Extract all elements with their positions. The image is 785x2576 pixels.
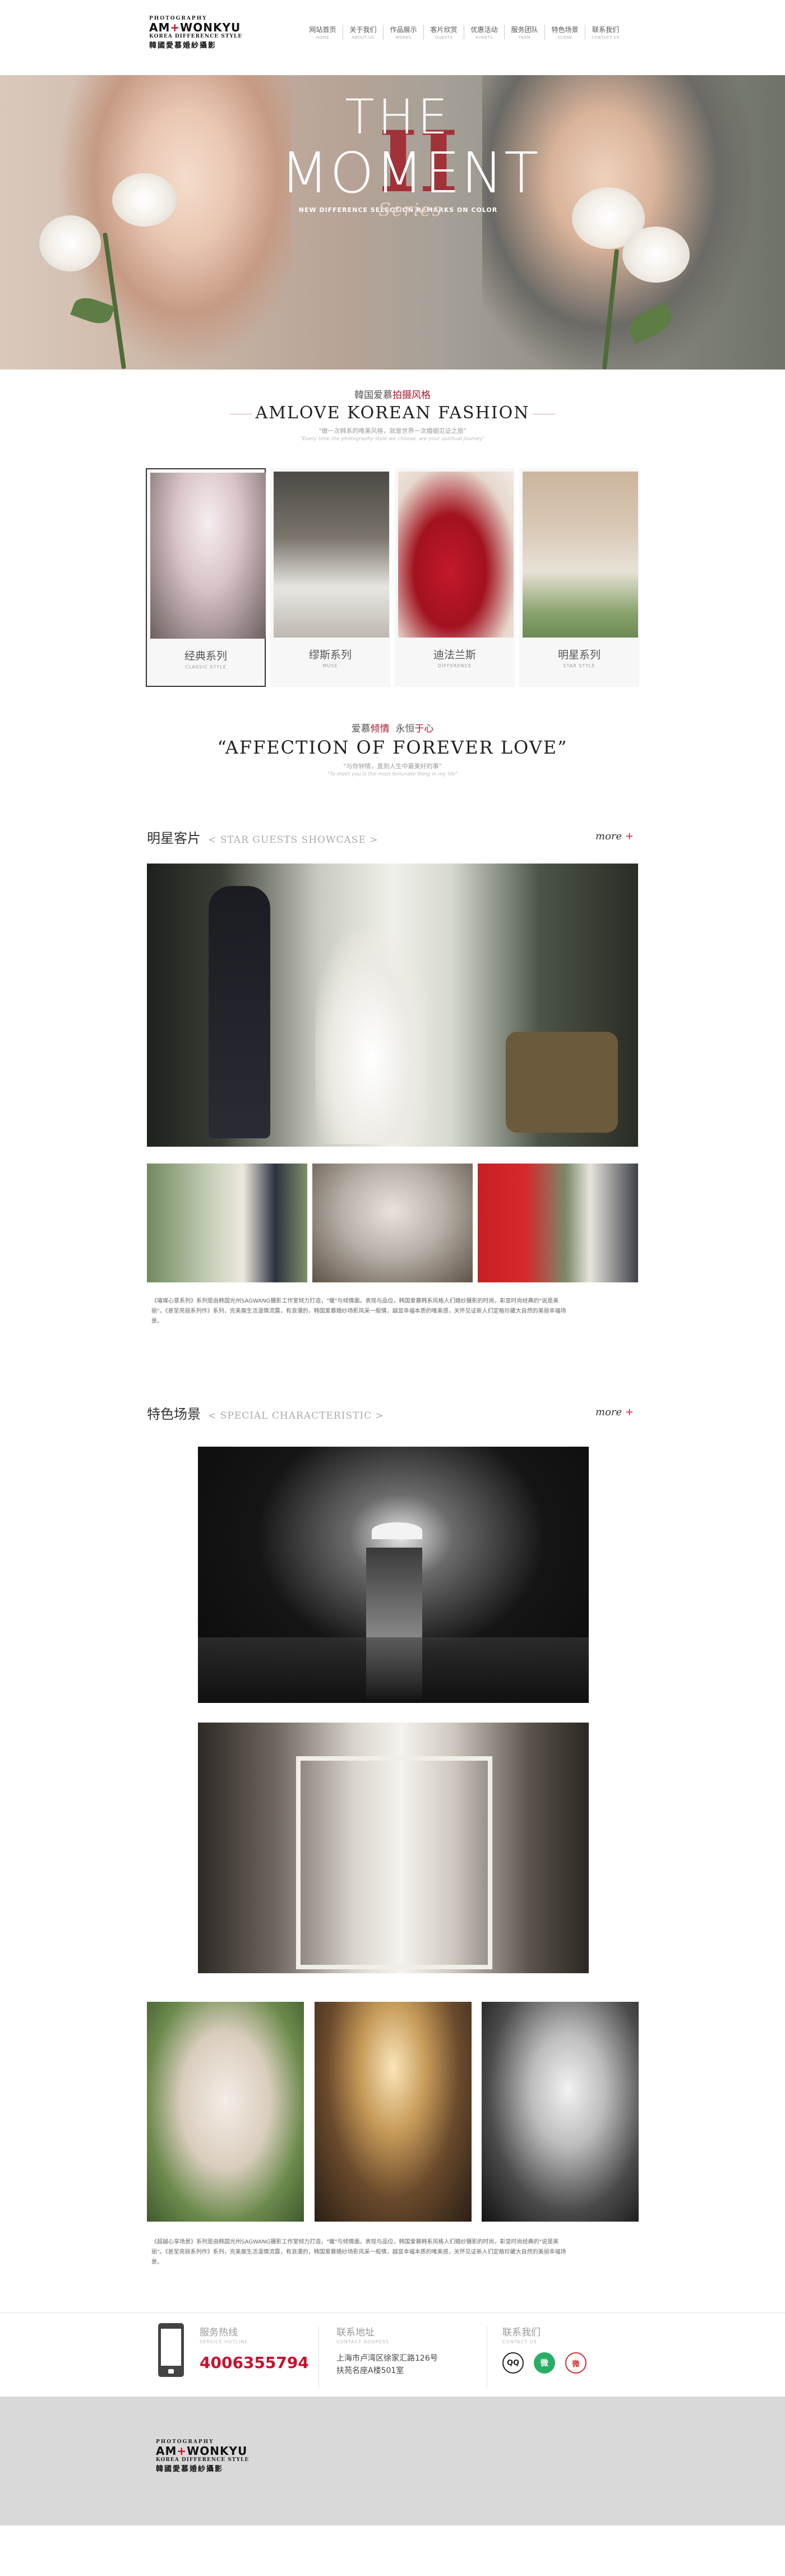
series-list: 经典系列 CLASSIC STYLE 缪斯系列 MUSE 迪法兰斯 DIFFERENC… xyxy=(146,468,640,687)
hero-series: Series xyxy=(378,199,442,220)
nav-team[interactable]: 服务团队 TEAM xyxy=(505,25,545,40)
umbrella xyxy=(372,1522,422,1539)
series-card-star[interactable]: 明星系列 STAR STYLE xyxy=(519,468,640,687)
star-guests-thumb-3[interactable] xyxy=(478,1164,638,1282)
wechat-icon[interactable]: 微 xyxy=(534,2352,555,2374)
special-caption: 《超越心享场景》系列是由韩国光州SAGWANG摄影工作室倾力打造，"暖"与倾情面… xyxy=(151,2239,566,2265)
nav-contact[interactable]: 联系我们 CONTACT US xyxy=(585,25,626,40)
contact-divider xyxy=(318,2326,319,2388)
contact-bar: 服务热线 SERVICE HOTLINE 4006355794 联系地址 CON… xyxy=(0,2312,785,2397)
star-guests-subtitle: < STAR GUESTS SHOWCASE > xyxy=(208,834,378,846)
special-thumb-3[interactable] xyxy=(482,2002,639,2222)
special-title-bar: 特色场景 < SPECIAL CHARACTERISTIC > more + xyxy=(147,1403,634,1425)
hero-moment: II MOMENT Series xyxy=(280,120,538,220)
address-subtitle: CONTACT ADDRESS xyxy=(336,2339,390,2344)
special-title: 特色场景 xyxy=(147,1406,201,1422)
window-frame xyxy=(296,1756,492,1969)
star-guests-caption: 《璀璨心意系列》系列是由韩国光州SAGWANG摄影工作室倾力打造，"暖"与倾情面… xyxy=(151,1298,566,1324)
logo-chinese: 韓國愛慕婚紗攝影 xyxy=(149,41,217,50)
hotline-block: 服务热线 SERVICE HOTLINE 4006355794 xyxy=(200,2324,309,2392)
affection-desc: "与你钟情，直到人生中最美好的事" xyxy=(343,763,442,770)
series-card-muse[interactable]: 缪斯系列 MUSE xyxy=(270,468,391,687)
brand-logo[interactable]: PHOTOGRAPHY AM+WONKYU KOREA DIFFERENCE S… xyxy=(149,16,261,50)
phone-icon xyxy=(157,2322,185,2389)
footer-logo[interactable]: PHOTOGRAPHY AM+WONKYU KOREA DIFFERENCE S… xyxy=(156,2439,268,2473)
affection-heading: 爱慕倾情 永恒于心 “AFFECTION OF FOREVER LOVE” "与… xyxy=(0,721,785,777)
follow-title: 联系我们 xyxy=(502,2327,541,2338)
star-guests-thumb-1[interactable] xyxy=(147,1164,307,1282)
footer-logo-name: AM+WONKYU xyxy=(156,2444,248,2458)
weibo-icon[interactable]: 微 xyxy=(565,2352,587,2374)
series-card-classic[interactable]: 经典系列 CLASSIC STYLE xyxy=(146,468,266,687)
special-more-link[interactable]: more + xyxy=(595,1406,634,1418)
groom-figure xyxy=(209,886,270,1138)
special-thumb-1[interactable] xyxy=(147,2002,304,2222)
series-photo xyxy=(523,472,639,638)
hotline-subtitle: SERVICE HOTLINE xyxy=(200,2339,248,2344)
hero-banner[interactable]: THE II MOMENT Series NEW DIFFERENCE SELE… xyxy=(0,75,785,370)
address-title: 联系地址 xyxy=(336,2327,375,2338)
special-photo-night[interactable] xyxy=(198,1447,589,1703)
star-guests-title-bar: 明星客片 < STAR GUESTS SHOWCASE > more + xyxy=(147,827,634,850)
address-block: 联系地址 CONTACT ADDRESS 上海市卢湾区徐家汇路126号 扶苑名座A… xyxy=(336,2324,438,2392)
rose-flower xyxy=(39,215,101,271)
affection-cn-title: 爱慕倾情 永恒于心 xyxy=(351,723,434,735)
rose-flower xyxy=(112,173,177,227)
special-subtitle: < SPECIAL CHARACTERISTIC > xyxy=(208,1410,384,1421)
nav-scene[interactable]: 特色场景 SCENE xyxy=(545,25,585,40)
series-card-difference[interactable]: 迪法兰斯 DIFFERENCE xyxy=(395,468,515,687)
series-photo xyxy=(274,472,390,638)
follow-subtitle: CONTACT US xyxy=(502,2339,537,2344)
star-guests-main-photo[interactable] xyxy=(147,864,638,1147)
footer-logo-tagline: KOREA DIFFERENCE STYLE xyxy=(156,2457,250,2463)
fashion-cn-title: 韓国爱慕拍摄风格 xyxy=(354,390,431,401)
main-nav: 网站首页 HOME 关于我们 ABOUT US 作品展示 WORKS 客片欣赏 GUES… xyxy=(303,25,626,40)
special-photo-window[interactable] xyxy=(198,1723,589,1973)
affection-en-title: “AFFECTION OF FOREVER LOVE” xyxy=(217,737,568,758)
star-guests-thumb-2[interactable] xyxy=(312,1164,473,1282)
sofa xyxy=(506,1032,618,1133)
star-guests-more-link[interactable]: more + xyxy=(595,830,634,842)
affection-en-desc: "To meet you is the most fortunate thing… xyxy=(327,772,458,777)
fashion-desc: "做一次韩系的唯美风格，就是世界一次婚姻见证之旅" xyxy=(318,427,467,435)
fashion-en-title: AMLOVE KOREAN FASHION xyxy=(0,403,785,423)
follow-block: 联系我们 CONTACT US QQ 微 微 xyxy=(502,2324,587,2392)
fashion-heading: 韓国爱慕拍摄风格 AMLOVE KOREAN FASHION "做一次韩系的唯美… xyxy=(0,387,785,442)
logo-tagline: KOREA DIFFERENCE STYLE xyxy=(149,34,243,39)
series-photo xyxy=(398,472,514,638)
special-thumb-2[interactable] xyxy=(315,2002,472,2222)
hero-bride-photo xyxy=(56,75,292,370)
nav-events[interactable]: 优惠活动 EVENTS xyxy=(464,25,505,40)
hotline-title: 服务热线 xyxy=(200,2327,238,2338)
series-photo xyxy=(150,473,266,639)
qq-icon[interactable]: QQ xyxy=(502,2352,524,2374)
social-icons: QQ 微 微 xyxy=(502,2352,587,2374)
star-guests-title: 明星客片 xyxy=(147,830,201,846)
nav-about[interactable]: 关于我们 ABOUT US xyxy=(343,25,384,40)
bride-figure xyxy=(315,931,427,1144)
nav-home[interactable]: 网站首页 HOME xyxy=(303,25,343,40)
rose-flower xyxy=(622,227,690,283)
address-text: 上海市卢湾区徐家汇路126号 扶苑名座A楼501室 xyxy=(336,2354,438,2375)
nav-works[interactable]: 作品展示 WORKS xyxy=(384,25,424,40)
hero-the: THE xyxy=(345,89,451,145)
nav-guests[interactable]: 客片欣赏 GUESTS xyxy=(424,25,464,40)
fashion-en-desc: "Every time the photography style we cho… xyxy=(300,436,485,442)
city-lights xyxy=(198,1637,589,1703)
footer-logo-chinese: 韓國愛慕婚紗攝影 xyxy=(156,2465,224,2473)
hero-title: THE II MOMENT Series NEW DIFFERENCE SELE… xyxy=(280,89,538,220)
site-header: PHOTOGRAPHY AM+WONKYU KOREA DIFFERENCE S… xyxy=(0,0,785,75)
footer: PHOTOGRAPHY AM+WONKYU KOREA DIFFERENCE S… xyxy=(0,2397,785,2526)
hotline-number[interactable]: 4006355794 xyxy=(200,2353,309,2372)
logo-name: AM+WONKYU xyxy=(149,21,241,34)
